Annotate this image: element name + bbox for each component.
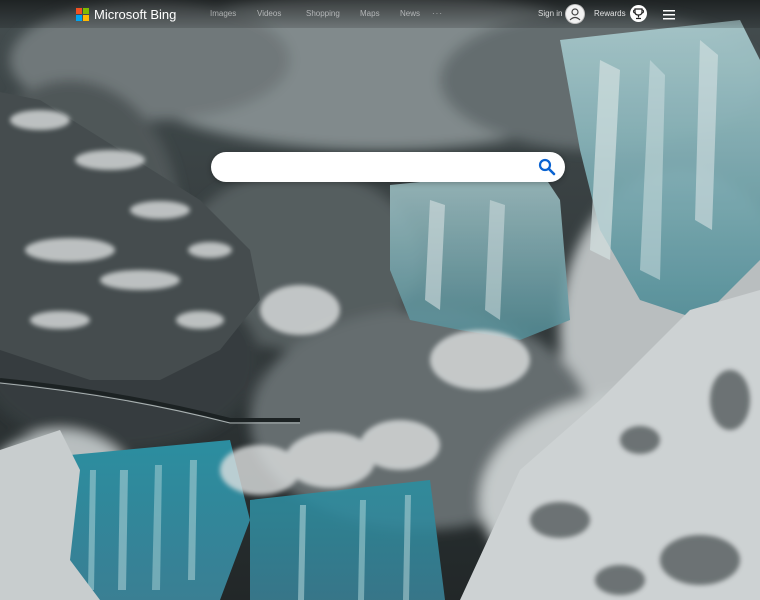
nav-more-button[interactable]: ··· [432,9,452,18]
bing-logo-link[interactable]: Microsoft Bing [76,6,176,22]
bing-homepage: Microsoft Bing Images Videos Shopping Ma… [0,0,760,600]
brand-name: Microsoft Bing [94,6,177,22]
search-box [211,152,565,182]
nav-item-videos[interactable]: Videos [257,9,306,18]
sign-in-link[interactable]: Sign in [538,9,562,18]
background-image [0,0,760,600]
search-icon[interactable] [537,157,557,177]
nav-item-images[interactable]: Images [210,9,257,18]
microsoft-logo-icon [76,7,89,21]
nav-item-news[interactable]: News [400,9,432,18]
trophy-icon[interactable] [630,5,647,22]
nav-item-maps[interactable]: Maps [360,9,400,18]
rewards-link[interactable]: Rewards [594,9,626,18]
search-input[interactable] [225,158,529,178]
vertical-navigation: Images Videos Shopping Maps News ··· [210,9,452,18]
hamburger-menu-icon[interactable] [662,8,676,20]
nav-item-shopping[interactable]: Shopping [306,9,360,18]
user-avatar-icon[interactable] [565,4,585,24]
